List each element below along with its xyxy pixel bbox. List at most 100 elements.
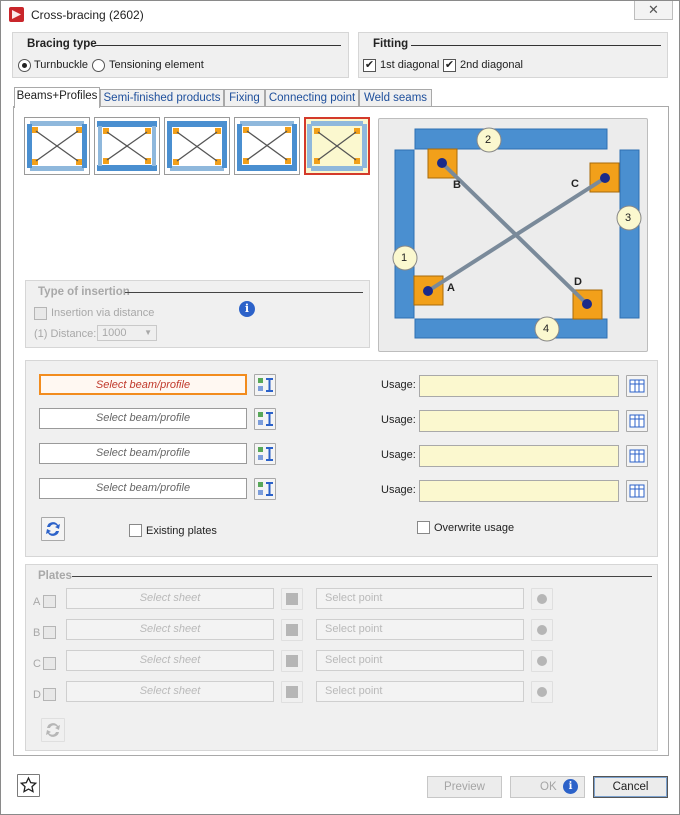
plate-c-sheet-select[interactable]: Select sheet <box>66 650 274 671</box>
pick-point-icon <box>537 656 547 666</box>
refresh-button[interactable] <box>41 517 65 541</box>
info-icon: i <box>239 301 255 317</box>
plate-c-checkbox[interactable] <box>43 657 56 670</box>
divider <box>125 292 363 293</box>
point-label-c: C <box>571 178 579 190</box>
plate-c-point-select[interactable]: Select point <box>316 650 524 671</box>
plate-b-pick-point-button[interactable] <box>531 619 553 641</box>
usage-catalog-button-3[interactable] <box>626 445 648 467</box>
usage-catalog-button-2[interactable] <box>626 410 648 432</box>
plate-a-point-select[interactable]: Select point <box>316 588 524 609</box>
insertion-via-distance-checkbox[interactable] <box>34 307 47 320</box>
existing-plates-label: Existing plates <box>146 525 217 537</box>
point-label-b: B <box>453 179 461 191</box>
usage-field-2[interactable] <box>419 410 619 432</box>
plate-b-sheet-select[interactable]: Select sheet <box>66 619 274 640</box>
bracing-variant-5-selected[interactable] <box>304 117 370 175</box>
overwrite-usage-checkbox[interactable] <box>417 521 430 534</box>
plate-d-checkbox[interactable] <box>43 688 56 701</box>
pick-sheet-icon <box>286 686 298 698</box>
chevron-down-icon: ▼ <box>144 328 152 337</box>
second-diagonal-checkbox[interactable]: ✔ <box>443 59 456 72</box>
bracing-variant-2[interactable] <box>94 117 160 175</box>
ok-button[interactable]: OK i <box>510 776 585 798</box>
first-diagonal-label: 1st diagonal <box>380 59 440 71</box>
turnbuckle-label: Turnbuckle <box>34 59 89 71</box>
pick-point-icon <box>537 687 547 697</box>
cancel-button[interactable]: Cancel <box>593 776 668 798</box>
pick-beam-icon <box>258 378 273 392</box>
usage-catalog-button-4[interactable] <box>626 480 648 502</box>
plate-a-checkbox[interactable] <box>43 595 56 608</box>
plate-a-sheet-select[interactable]: Select sheet <box>66 588 274 609</box>
pick-beam-button-2[interactable] <box>254 408 276 430</box>
bracing-variant-icon <box>97 121 157 171</box>
plates-title: Plates <box>38 570 72 582</box>
plate-d-sheet-select[interactable]: Select sheet <box>66 681 274 702</box>
beam-profile-select-1[interactable]: Select beam/profile <box>39 374 247 395</box>
plate-row-letter-b: B <box>33 627 41 639</box>
pick-beam-icon <box>258 447 273 461</box>
close-button[interactable]: ✕ <box>634 1 673 20</box>
insertion-via-distance-label: Insertion via distance <box>51 307 155 319</box>
star-icon <box>19 776 38 793</box>
beam-number-3: 3 <box>625 212 632 224</box>
bracing-variant-icon <box>237 121 297 171</box>
cross-bracing-diagram: 1 2 3 4 A B C D <box>378 118 648 352</box>
pick-beam-button-3[interactable] <box>254 443 276 465</box>
usage-catalog-button-1[interactable] <box>626 375 648 397</box>
plate-c-pick-sheet-button[interactable] <box>281 650 303 672</box>
beam-number-2: 2 <box>485 134 492 146</box>
tensioning-element-radio[interactable] <box>92 59 105 72</box>
favorites-button[interactable] <box>17 774 40 797</box>
bracing-variant-icon <box>27 121 87 171</box>
plate-d-point-select[interactable]: Select point <box>316 681 524 702</box>
divider <box>72 576 652 577</box>
distance-combo[interactable]: 1000 ▼ <box>97 325 157 341</box>
tensioning-element-label: Tensioning element <box>109 59 204 71</box>
preview-button[interactable]: Preview <box>427 776 502 798</box>
fitting-title: Fitting <box>373 38 409 50</box>
distance-value: 1000 <box>102 327 127 339</box>
plate-b-point-select[interactable]: Select point <box>316 619 524 640</box>
pick-sheet-icon <box>286 593 298 605</box>
bracing-variant-4[interactable] <box>234 117 300 175</box>
beam-profile-select-4[interactable]: Select beam/profile <box>39 478 247 499</box>
catalog-icon <box>629 379 645 393</box>
distance-label: (1) Distance: <box>34 328 97 340</box>
pick-beam-button-4[interactable] <box>254 478 276 500</box>
type-of-insertion-title: Type of insertion <box>38 286 130 298</box>
pick-beam-icon <box>258 412 273 426</box>
plate-d-pick-point-button[interactable] <box>531 681 553 703</box>
usage-field-1[interactable] <box>419 375 619 397</box>
usage-label-3: Usage: <box>381 449 416 461</box>
bracing-variant-icon <box>306 119 368 173</box>
bracing-variant-3[interactable] <box>164 117 230 175</box>
second-diagonal-label: 2nd diagonal <box>460 59 524 71</box>
plate-a-pick-point-button[interactable] <box>531 588 553 610</box>
beam-profile-select-3[interactable]: Select beam/profile <box>39 443 247 464</box>
usage-label-4: Usage: <box>381 484 416 496</box>
plates-refresh-button[interactable] <box>41 718 65 742</box>
usage-field-4[interactable] <box>419 480 619 502</box>
beam-profile-select-2[interactable]: Select beam/profile <box>39 408 247 429</box>
bracing-variant-1[interactable] <box>24 117 90 175</box>
plate-b-pick-sheet-button[interactable] <box>281 619 303 641</box>
catalog-icon <box>629 484 645 498</box>
plate-a-pick-sheet-button[interactable] <box>281 588 303 610</box>
ok-label: OK <box>540 781 557 793</box>
usage-label-2: Usage: <box>381 414 416 426</box>
bracing-type-title: Bracing type <box>27 38 97 50</box>
turnbuckle-radio[interactable] <box>18 59 31 72</box>
pick-beam-button-1[interactable] <box>254 374 276 396</box>
first-diagonal-checkbox[interactable]: ✔ <box>363 59 376 72</box>
diagram-graphic <box>392 127 642 342</box>
pick-sheet-icon <box>286 655 298 667</box>
plate-c-pick-point-button[interactable] <box>531 650 553 672</box>
tab-bar: Beams+Profiles Semi-finished products Fi… <box>13 87 669 108</box>
existing-plates-checkbox[interactable] <box>129 524 142 537</box>
plate-b-checkbox[interactable] <box>43 626 56 639</box>
plate-d-pick-sheet-button[interactable] <box>281 681 303 703</box>
usage-field-3[interactable] <box>419 445 619 467</box>
tab-beams-profiles[interactable]: Beams+Profiles <box>14 87 100 108</box>
